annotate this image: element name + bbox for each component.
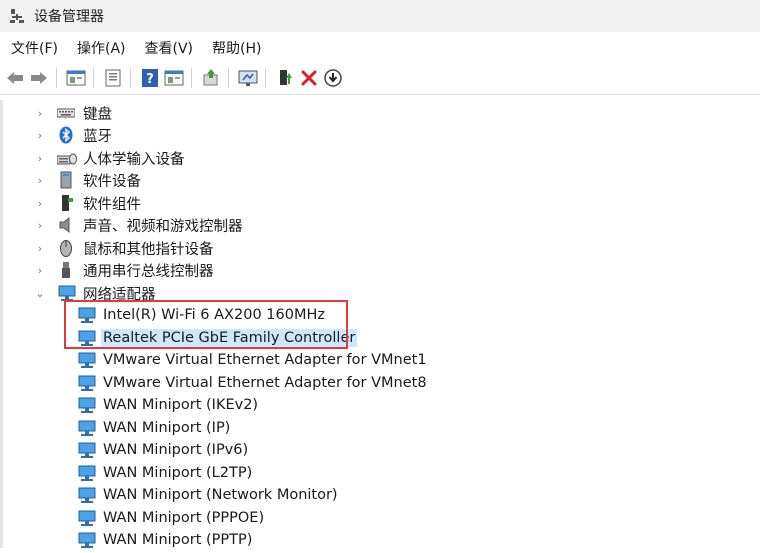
chevron-right-icon[interactable]: › xyxy=(35,264,45,277)
network-adapter-icon xyxy=(77,509,96,527)
tree-category-network-adapters[interactable]: ⌄ 网络适配器 xyxy=(35,282,158,304)
tree-category-label: 软件组件 xyxy=(83,196,141,213)
title-bar: 设备管理器 xyxy=(0,0,760,32)
chevron-right-icon[interactable]: › xyxy=(35,152,45,165)
network-adapter-icon xyxy=(77,441,96,459)
tree-device-row[interactable]: VMware Virtual Ethernet Adapter for VMne… xyxy=(77,349,429,371)
toolbar-separator xyxy=(56,68,57,88)
download-icon[interactable] xyxy=(322,67,344,89)
forward-icon[interactable] xyxy=(28,67,50,89)
view-icon[interactable] xyxy=(163,67,185,89)
device-label: WAN Miniport (IKEv2) xyxy=(103,397,259,413)
software-component-icon xyxy=(57,194,75,212)
network-adapter-icon xyxy=(77,374,96,392)
tree-category-sound-video[interactable]: › 声音、视频和游戏控制器 xyxy=(35,214,245,236)
usb-icon xyxy=(57,261,75,279)
device-label: WAN Miniport (IPv6) xyxy=(103,442,249,458)
network-adapter-icon xyxy=(77,351,96,369)
uninstall-icon[interactable] xyxy=(298,67,320,89)
scan-hardware-icon[interactable] xyxy=(237,67,259,89)
tree-category-software-component[interactable]: › 软件组件 xyxy=(35,192,143,214)
device-label: WAN Miniport (PPTP) xyxy=(103,532,253,548)
chevron-right-icon[interactable]: › xyxy=(35,242,45,255)
properties-icon[interactable] xyxy=(65,67,87,89)
tree-category-label: 通用串行总线控制器 xyxy=(83,263,214,280)
network-adapter-icon xyxy=(77,306,96,324)
menu-view[interactable]: 查看(V) xyxy=(145,36,194,60)
tree-device-row[interactable]: Intel(R) Wi-Fi 6 AX200 160MHz xyxy=(77,304,327,326)
network-adapter-icon xyxy=(57,284,76,302)
network-adapter-icon xyxy=(77,464,96,482)
tree-category-software-device[interactable]: › 软件设备 xyxy=(35,169,143,191)
toolbar: ? xyxy=(0,62,760,95)
chevron-right-icon[interactable]: › xyxy=(35,219,45,232)
chevron-down-icon[interactable]: ⌄ xyxy=(35,287,45,300)
network-adapter-icon xyxy=(77,531,96,549)
tree-category-bluetooth[interactable]: › 蓝牙 xyxy=(35,124,114,146)
menu-bar: 文件(F) 操作(A) 查看(V) 帮助(H) xyxy=(0,34,760,62)
software-device-icon xyxy=(57,171,75,189)
help-icon[interactable]: ? xyxy=(139,67,161,89)
hid-icon xyxy=(56,149,77,167)
tree-device-row[interactable]: WAN Miniport (IP) xyxy=(77,417,232,439)
tree-category-label: 鼠标和其他指针设备 xyxy=(83,241,214,258)
device-label: WAN Miniport (PPPOE) xyxy=(103,510,265,526)
tree-device-row[interactable]: WAN Miniport (Network Monitor) xyxy=(77,484,340,506)
tree-category-label: 软件设备 xyxy=(83,173,141,190)
tree-category-hid[interactable]: › 人体学输入设备 xyxy=(35,147,187,169)
chevron-right-icon[interactable]: › xyxy=(35,174,45,187)
tree-device-row-selected[interactable]: Realtek PCIe GbE Family Controller xyxy=(77,327,358,349)
tree-category-label: 人体学输入设备 xyxy=(83,151,185,168)
tree-device-row[interactable]: WAN Miniport (IKEv2) xyxy=(77,394,260,416)
device-label: Intel(R) Wi-Fi 6 AX200 160MHz xyxy=(103,307,325,323)
tree-category-mouse[interactable]: › 鼠标和其他指针设备 xyxy=(35,237,216,259)
tree-category-keyboard[interactable]: › 键盘 xyxy=(35,102,114,124)
tree-device-row[interactable]: WAN Miniport (PPPOE) xyxy=(77,507,266,529)
device-manager-icon xyxy=(9,8,25,24)
toolbar-separator xyxy=(265,68,266,88)
device-label: VMware Virtual Ethernet Adapter for VMne… xyxy=(103,375,427,391)
device-label: VMware Virtual Ethernet Adapter for VMne… xyxy=(103,352,427,368)
network-adapter-icon xyxy=(77,419,96,437)
tree-device-row[interactable]: WAN Miniport (L2TP) xyxy=(77,462,254,484)
keyboard-icon xyxy=(56,104,76,122)
toolbar-separator xyxy=(93,68,94,88)
bluetooth-icon xyxy=(57,126,75,144)
chevron-right-icon[interactable]: › xyxy=(35,107,45,120)
tree-category-label: 网络适配器 xyxy=(83,286,156,303)
tree-category-usb[interactable]: › 通用串行总线控制器 xyxy=(35,259,216,281)
svg-text:?: ? xyxy=(146,72,154,87)
tree-device-row[interactable]: VMware Virtual Ethernet Adapter for VMne… xyxy=(77,372,429,394)
enable-device-icon[interactable] xyxy=(274,67,296,89)
toolbar-separator xyxy=(130,68,131,88)
tree-category-label: 蓝牙 xyxy=(83,128,112,145)
device-label: WAN Miniport (IP) xyxy=(103,420,231,436)
network-adapter-icon xyxy=(77,396,96,414)
menu-action[interactable]: 操作(A) xyxy=(77,36,126,60)
device-tree[interactable]: › 键盘 › 蓝牙 › 人体学输入设备 › 软件设备 › 软件组件 › 声音、视… xyxy=(0,100,760,548)
back-icon[interactable] xyxy=(4,67,26,89)
device-label: WAN Miniport (L2TP) xyxy=(103,465,253,481)
help-topics-icon[interactable] xyxy=(102,67,124,89)
device-label: WAN Miniport (Network Monitor) xyxy=(103,487,338,503)
network-adapter-icon xyxy=(77,329,96,347)
window-title: 设备管理器 xyxy=(34,9,104,25)
chevron-right-icon[interactable]: › xyxy=(35,129,45,142)
toolbar-separator xyxy=(228,68,229,88)
toolbar-separator xyxy=(191,68,192,88)
device-label: Realtek PCIe GbE Family Controller xyxy=(101,329,358,347)
update-driver-icon[interactable] xyxy=(200,67,222,89)
menu-help[interactable]: 帮助(H) xyxy=(212,36,261,60)
tree-category-label: 声音、视频和游戏控制器 xyxy=(83,218,243,235)
tree-category-label: 键盘 xyxy=(83,106,112,123)
menu-file[interactable]: 文件(F) xyxy=(11,36,58,60)
tree-device-row[interactable]: WAN Miniport (IPv6) xyxy=(77,439,250,461)
chevron-right-icon[interactable]: › xyxy=(35,197,45,210)
network-adapter-icon xyxy=(77,486,96,504)
speaker-icon xyxy=(57,216,75,234)
mouse-icon xyxy=(57,239,75,257)
